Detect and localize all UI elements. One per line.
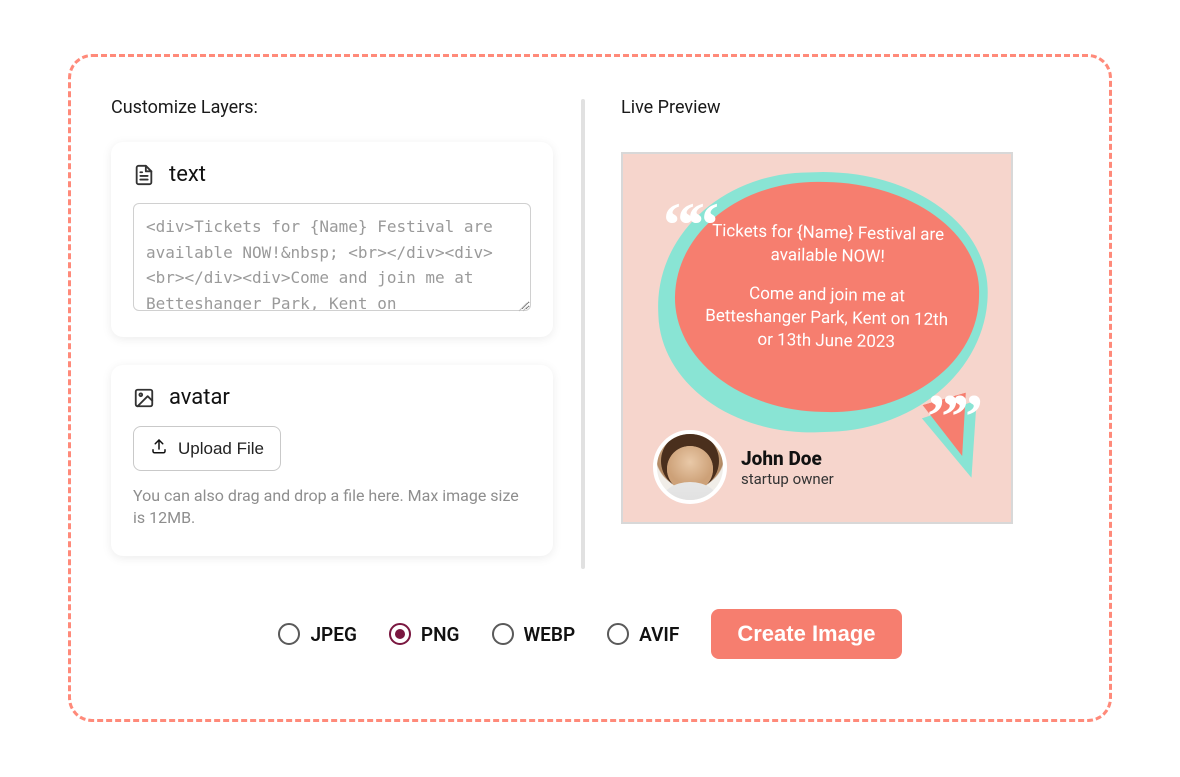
create-image-button[interactable]: Create Image	[711, 609, 901, 659]
avatar-card-title: avatar	[169, 385, 230, 410]
preview-heading: Live Preview	[621, 97, 1069, 118]
person-role: startup owner	[741, 470, 834, 488]
upload-file-button[interactable]: Upload File	[133, 426, 281, 471]
preview-canvas: Tickets for {Name} Festival are availabl…	[621, 152, 1013, 524]
format-avif[interactable]: AVIF	[607, 623, 679, 646]
format-png[interactable]: PNG	[389, 623, 460, 646]
format-webp[interactable]: WEBP	[492, 623, 576, 646]
upload-file-label: Upload File	[178, 439, 264, 459]
left-column: Customize Layers: text	[111, 97, 581, 597]
radio-icon	[389, 623, 411, 645]
open-quote-icon: ““	[663, 212, 711, 238]
app-frame: Customize Layers: text	[68, 54, 1112, 722]
avatar-card-header: avatar	[133, 385, 531, 410]
avatar	[653, 430, 727, 504]
avatar-layer-card: avatar Upload File You can also drag and…	[111, 365, 553, 556]
format-jpeg-label: JPEG	[310, 623, 356, 646]
text-input[interactable]	[133, 203, 531, 311]
format-png-label: PNG	[421, 623, 460, 646]
upload-icon	[150, 437, 168, 460]
image-icon	[133, 387, 155, 409]
text-layer-card: text	[111, 142, 553, 337]
format-toolbar: JPEG PNG WEBP AVIF Create Image	[111, 609, 1069, 659]
customize-heading: Customize Layers:	[111, 97, 553, 118]
text-card-title: text	[169, 162, 206, 187]
preview-text-1: Tickets for {Name} Festival are availabl…	[700, 220, 957, 270]
preview-text-2: Come and join me at Betteshanger Park, K…	[698, 282, 955, 355]
format-avif-label: AVIF	[639, 623, 679, 646]
upload-hint: You can also drag and drop a file here. …	[133, 485, 531, 530]
format-webp-label: WEBP	[524, 623, 576, 646]
radio-icon	[278, 623, 300, 645]
radio-icon	[492, 623, 514, 645]
text-card-header: text	[133, 162, 531, 187]
right-column: Live Preview Tickets for {Name} Festival…	[585, 97, 1069, 597]
columns: Customize Layers: text	[111, 97, 1069, 597]
person-row: John Doe startup owner	[653, 430, 834, 504]
format-jpeg[interactable]: JPEG	[278, 623, 356, 646]
document-icon	[133, 164, 155, 186]
radio-icon	[607, 623, 629, 645]
close-quote-icon: ””	[927, 404, 975, 430]
person-name: John Doe	[741, 447, 834, 470]
